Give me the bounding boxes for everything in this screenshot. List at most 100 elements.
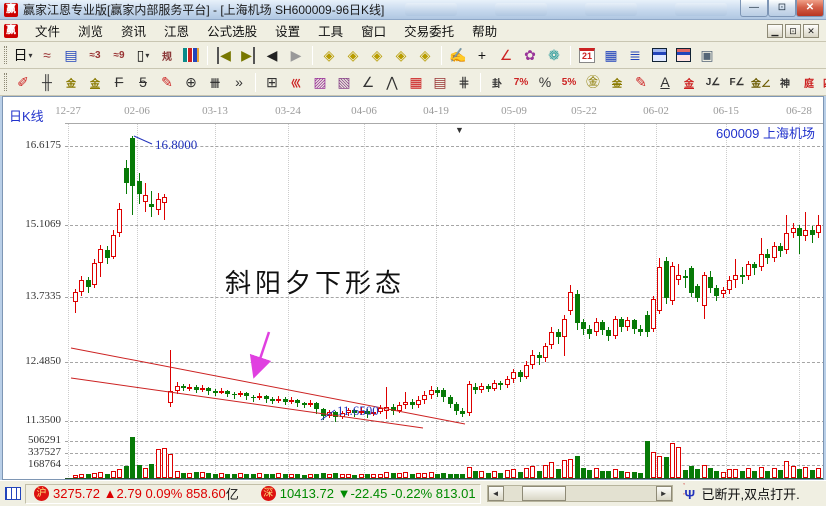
toolbar-button[interactable]: 四∠ [822, 72, 826, 93]
scroll-thumb[interactable] [522, 486, 566, 501]
toolbar-button[interactable]: 金 [606, 72, 628, 93]
menu-item-江恩[interactable]: 江恩 [155, 23, 198, 41]
toolbar-button[interactable]: ◈ [318, 45, 340, 66]
toolbar-button[interactable]: 神 [774, 72, 796, 93]
close-button[interactable]: ✕ [796, 0, 824, 17]
mdi-close-button[interactable]: ✕ [803, 24, 819, 38]
toolbar-button[interactable]: ▤ [429, 72, 451, 93]
toolbar-button[interactable]: 21 [576, 45, 598, 66]
menu-item-窗口[interactable]: 窗口 [352, 23, 395, 41]
mdi-minimize-button[interactable]: ▁ [767, 24, 783, 38]
toolbar-button[interactable]: 日▾ [12, 45, 34, 66]
toolbar-button[interactable]: ≈9 [108, 45, 130, 66]
toolbar-button[interactable]: ▤ [60, 45, 82, 66]
toolbar-grip[interactable] [4, 73, 7, 91]
toolbar-button[interactable]: ▶ [237, 45, 259, 66]
toolbar-button[interactable]: ∠ [495, 45, 517, 66]
toolbar-button[interactable]: ▦ [600, 45, 622, 66]
annotation-pattern-text[interactable]: 斜阳夕下形态 [225, 263, 405, 300]
toolbar-button[interactable]: 金 [60, 72, 82, 93]
toolbar-button[interactable]: ✍ [447, 45, 469, 66]
horizontal-scrollbar[interactable]: ◄ ► [487, 485, 673, 502]
toolbar-button[interactable]: ✿ [519, 45, 541, 66]
toolbar-button[interactable]: 巛 [285, 72, 307, 93]
sh-market-icon[interactable]: 沪 [34, 486, 49, 501]
toolbar-button[interactable]: ▶ [285, 45, 307, 66]
toolbar-button[interactable] [648, 45, 670, 66]
menu-item-浏览[interactable]: 浏览 [69, 23, 112, 41]
mdi-app-icon[interactable]: 赢 [4, 24, 18, 38]
toolbar-button[interactable]: ∠ [357, 72, 379, 93]
toolbar-button[interactable]: ⋕ [453, 72, 475, 93]
toolbar-button[interactable]: ≈3 [84, 45, 106, 66]
toolbar-button[interactable]: 庭 [798, 72, 820, 93]
maximize-button[interactable]: ⊡ [768, 0, 796, 17]
annotation-low-price[interactable]: 11.6500 [337, 403, 379, 419]
toolbar-button[interactable]: 5% [558, 72, 580, 93]
volume-bar [714, 471, 719, 478]
connection-antenna-icon[interactable] [683, 486, 697, 502]
toolbar-button[interactable] [672, 45, 694, 66]
chart-panel[interactable]: 日K线 600009 上海机场 ▼ 12-2702-0603-1303-2404… [2, 96, 824, 480]
toolbar-button[interactable]: 金 [84, 72, 106, 93]
toolbar-grip[interactable] [4, 46, 7, 64]
menu-item-工具[interactable]: 工具 [309, 23, 352, 41]
toolbar-button[interactable]: % [534, 72, 556, 93]
toolbar-button[interactable] [180, 45, 202, 66]
menu-item-交易委托[interactable]: 交易委托 [395, 23, 463, 41]
toolbar-button[interactable]: ◀ [213, 45, 235, 66]
market-table-icon[interactable] [5, 487, 21, 500]
toolbar-button[interactable]: 7% [510, 72, 532, 93]
toolbar-button[interactable]: 卦 [486, 72, 508, 93]
scroll-left-button[interactable]: ◄ [488, 486, 504, 501]
toolbar-button[interactable]: ≣ [624, 45, 646, 66]
toolbar-button[interactable]: J∠ [702, 72, 724, 93]
toolbar-button[interactable]: A [654, 72, 676, 93]
toolbar-button[interactable]: ╫ [36, 72, 58, 93]
menu-item-文件[interactable]: 文件 [26, 23, 69, 41]
annotation-peak-price[interactable]: 16.8000 [155, 137, 197, 153]
scroll-right-button[interactable]: ► [656, 486, 672, 501]
mdi-restore-button[interactable]: ⊡ [785, 24, 801, 38]
menu-item-公式选股[interactable]: 公式选股 [198, 23, 266, 41]
date-gridline [436, 124, 437, 479]
toolbar-button[interactable]: 规 [156, 45, 178, 66]
toolbar-button[interactable]: 卌 [204, 72, 226, 93]
toolbar-button[interactable]: 金 [678, 72, 700, 93]
toolbar-button[interactable]: ⊕ [180, 72, 202, 93]
toolbar-button[interactable]: ⊞ [261, 72, 283, 93]
toolbar-button[interactable]: ◈ [342, 45, 364, 66]
toolbar-button[interactable]: ✎ [156, 72, 178, 93]
candle [429, 390, 434, 395]
candle [740, 275, 745, 278]
toolbar-button[interactable]: ◈ [366, 45, 388, 66]
toolbar-button[interactable]: ◈ [414, 45, 436, 66]
toolbar-button[interactable]: ▦ [405, 72, 427, 93]
minimize-button[interactable]: — [740, 0, 768, 17]
volume-tick-label: 337527 [3, 446, 61, 458]
sz-market-icon[interactable]: 深 [261, 486, 276, 501]
toolbar-button[interactable]: » [228, 72, 250, 93]
toolbar-button[interactable]: F [108, 72, 130, 93]
menu-item-设置[interactable]: 设置 [266, 23, 309, 41]
toolbar-button[interactable]: ⋀ [381, 72, 403, 93]
toolbar-button[interactable]: + [471, 45, 493, 66]
tool-glyph-icon: J∠ [706, 77, 721, 88]
toolbar-button[interactable]: ▨ [309, 72, 331, 93]
toolbar-button[interactable]: ▯▾ [132, 45, 154, 66]
toolbar-button[interactable]: ❁ [543, 45, 565, 66]
toolbar-button[interactable]: ▧ [333, 72, 355, 93]
toolbar-button[interactable]: ㊎ [582, 72, 604, 93]
menu-item-资讯[interactable]: 资讯 [112, 23, 155, 41]
toolbar-button[interactable]: ✐ [12, 72, 34, 93]
toolbar-button[interactable]: ◀ [261, 45, 283, 66]
toolbar-button[interactable]: ≈ [36, 45, 58, 66]
toolbar-button[interactable]: 金∠ [750, 72, 772, 93]
candle [721, 290, 726, 294]
toolbar-button[interactable]: ▣ [696, 45, 718, 66]
menu-item-帮助[interactable]: 帮助 [463, 23, 506, 41]
toolbar-button[interactable]: F∠ [726, 72, 748, 93]
toolbar-button[interactable]: ◈ [390, 45, 412, 66]
toolbar-button[interactable]: ✎ [630, 72, 652, 93]
toolbar-button[interactable]: 5 [132, 72, 154, 93]
